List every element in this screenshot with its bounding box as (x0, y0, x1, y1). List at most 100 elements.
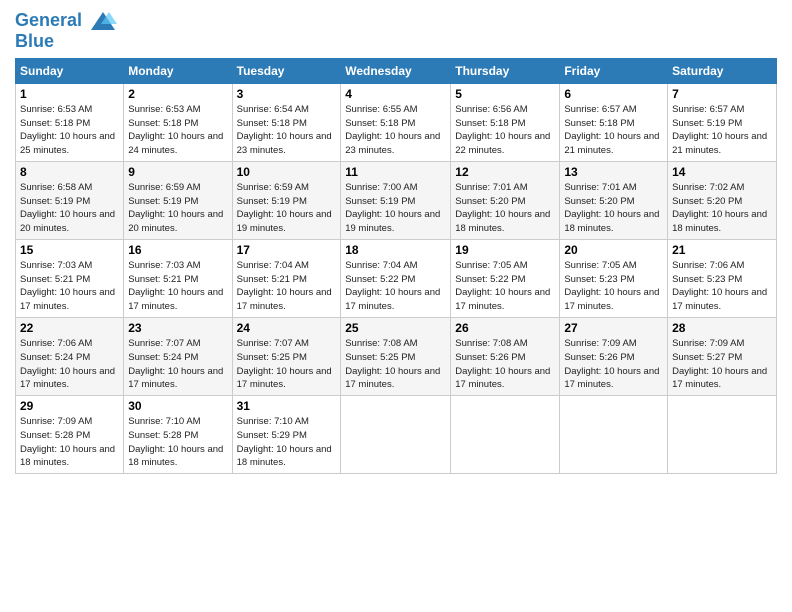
day-number: 30 (128, 399, 227, 413)
calendar-day-4: 4 Sunrise: 6:55 AMSunset: 5:18 PMDaylight… (341, 83, 451, 161)
empty-cell (668, 396, 777, 474)
day-info: Sunrise: 7:03 AMSunset: 5:21 PMDaylight:… (20, 259, 119, 314)
day-number: 5 (455, 87, 555, 101)
day-info: Sunrise: 7:09 AMSunset: 5:28 PMDaylight:… (20, 415, 119, 470)
calendar-day-21: 21 Sunrise: 7:06 AMSunset: 5:23 PMDayligh… (668, 239, 777, 317)
day-number: 7 (672, 87, 772, 101)
day-info: Sunrise: 6:57 AMSunset: 5:18 PMDaylight:… (564, 103, 663, 158)
day-info: Sunrise: 6:58 AMSunset: 5:19 PMDaylight:… (20, 181, 119, 236)
calendar-week-1: 1 Sunrise: 6:53 AMSunset: 5:18 PMDaylight… (16, 83, 777, 161)
day-info: Sunrise: 7:10 AMSunset: 5:28 PMDaylight:… (128, 415, 227, 470)
day-info: Sunrise: 7:06 AMSunset: 5:24 PMDaylight:… (20, 337, 119, 392)
calendar-day-20: 20 Sunrise: 7:05 AMSunset: 5:23 PMDayligh… (560, 239, 668, 317)
calendar-day-25: 25 Sunrise: 7:08 AMSunset: 5:25 PMDayligh… (341, 317, 451, 395)
calendar-day-23: 23 Sunrise: 7:07 AMSunset: 5:24 PMDayligh… (124, 317, 232, 395)
calendar-day-27: 27 Sunrise: 7:09 AMSunset: 5:26 PMDayligh… (560, 317, 668, 395)
day-info: Sunrise: 7:05 AMSunset: 5:22 PMDaylight:… (455, 259, 555, 314)
day-number: 25 (345, 321, 446, 335)
day-number: 16 (128, 243, 227, 257)
day-info: Sunrise: 7:05 AMSunset: 5:23 PMDaylight:… (564, 259, 663, 314)
day-number: 8 (20, 165, 119, 179)
day-info: Sunrise: 7:03 AMSunset: 5:21 PMDaylight:… (128, 259, 227, 314)
day-number: 15 (20, 243, 119, 257)
calendar-day-6: 6 Sunrise: 6:57 AMSunset: 5:18 PMDaylight… (560, 83, 668, 161)
day-info: Sunrise: 7:07 AMSunset: 5:25 PMDaylight:… (237, 337, 337, 392)
calendar-day-7: 7 Sunrise: 6:57 AMSunset: 5:19 PMDaylight… (668, 83, 777, 161)
calendar-week-4: 22 Sunrise: 7:06 AMSunset: 5:24 PMDayligh… (16, 317, 777, 395)
calendar-day-22: 22 Sunrise: 7:06 AMSunset: 5:24 PMDayligh… (16, 317, 124, 395)
calendar-day-17: 17Sunrise: 7:04 AMSunset: 5:21 PMDayligh… (232, 239, 341, 317)
day-number: 9 (128, 165, 227, 179)
day-info: Sunrise: 7:07 AMSunset: 5:24 PMDaylight:… (128, 337, 227, 392)
calendar-week-3: 15 Sunrise: 7:03 AMSunset: 5:21 PMDayligh… (16, 239, 777, 317)
calendar-day-9: 9 Sunrise: 6:59 AMSunset: 5:19 PMDaylight… (124, 161, 232, 239)
logo-text: General (15, 10, 117, 32)
day-number: 22 (20, 321, 119, 335)
calendar-day-13: 13 Sunrise: 7:01 AMSunset: 5:20 PMDayligh… (560, 161, 668, 239)
empty-cell (451, 396, 560, 474)
calendar-day-29: 29 Sunrise: 7:09 AMSunset: 5:28 PMDayligh… (16, 396, 124, 474)
day-info: Sunrise: 6:54 AMSunset: 5:18 PMDaylight:… (237, 103, 337, 158)
day-info: Sunrise: 7:01 AMSunset: 5:20 PMDaylight:… (455, 181, 555, 236)
day-number: 18 (345, 243, 446, 257)
weekday-header-monday: Monday (124, 58, 232, 83)
calendar-day-2: 2Sunrise: 6:53 AMSunset: 5:18 PMDaylight… (124, 83, 232, 161)
day-number: 20 (564, 243, 663, 257)
weekday-header-thursday: Thursday (451, 58, 560, 83)
calendar-day-10: 10Sunrise: 6:59 AMSunset: 5:19 PMDayligh… (232, 161, 341, 239)
calendar-day-11: 11 Sunrise: 7:00 AMSunset: 5:19 PMDayligh… (341, 161, 451, 239)
weekday-header-tuesday: Tuesday (232, 58, 341, 83)
weekday-header-sunday: Sunday (16, 58, 124, 83)
calendar-day-16: 16 Sunrise: 7:03 AMSunset: 5:21 PMDayligh… (124, 239, 232, 317)
day-info: Sunrise: 7:00 AMSunset: 5:19 PMDaylight:… (345, 181, 446, 236)
calendar-day-30: 30 Sunrise: 7:10 AMSunset: 5:28 PMDayligh… (124, 396, 232, 474)
day-number: 27 (564, 321, 663, 335)
empty-cell (560, 396, 668, 474)
day-info: Sunrise: 6:59 AMSunset: 5:19 PMDaylight:… (237, 181, 337, 236)
day-info: Sunrise: 6:56 AMSunset: 5:18 PMDaylight:… (455, 103, 555, 158)
day-info: Sunrise: 7:09 AMSunset: 5:27 PMDaylight:… (672, 337, 772, 392)
page-container: General Blue SundayMondayTuesdayWednesda… (0, 0, 792, 479)
day-number: 13 (564, 165, 663, 179)
day-number: 23 (128, 321, 227, 335)
day-number: 6 (564, 87, 663, 101)
day-info: Sunrise: 7:01 AMSunset: 5:20 PMDaylight:… (564, 181, 663, 236)
day-number: 4 (345, 87, 446, 101)
calendar-day-15: 15 Sunrise: 7:03 AMSunset: 5:21 PMDayligh… (16, 239, 124, 317)
day-number: 31 (237, 399, 337, 413)
day-number: 1 (20, 87, 119, 101)
calendar-day-28: 28 Sunrise: 7:09 AMSunset: 5:27 PMDayligh… (668, 317, 777, 395)
day-number: 24 (237, 321, 337, 335)
empty-cell (341, 396, 451, 474)
day-number: 17 (237, 243, 337, 257)
day-number: 21 (672, 243, 772, 257)
calendar-day-8: 8 Sunrise: 6:58 AMSunset: 5:19 PMDaylight… (16, 161, 124, 239)
logo-icon (89, 10, 117, 32)
calendar-day-14: 14Sunrise: 7:02 AMSunset: 5:20 PMDayligh… (668, 161, 777, 239)
day-info: Sunrise: 6:53 AMSunset: 5:18 PMDaylight:… (128, 103, 227, 158)
day-number: 28 (672, 321, 772, 335)
day-number: 11 (345, 165, 446, 179)
weekday-header-wednesday: Wednesday (341, 58, 451, 83)
day-info: Sunrise: 6:59 AMSunset: 5:19 PMDaylight:… (128, 181, 227, 236)
calendar-day-12: 12Sunrise: 7:01 AMSunset: 5:20 PMDayligh… (451, 161, 560, 239)
logo-blue-text: Blue (15, 32, 117, 52)
calendar-week-5: 29 Sunrise: 7:09 AMSunset: 5:28 PMDayligh… (16, 396, 777, 474)
calendar-day-26: 26Sunrise: 7:08 AMSunset: 5:26 PMDayligh… (451, 317, 560, 395)
day-info: Sunrise: 7:09 AMSunset: 5:26 PMDaylight:… (564, 337, 663, 392)
day-number: 3 (237, 87, 337, 101)
day-info: Sunrise: 7:08 AMSunset: 5:25 PMDaylight:… (345, 337, 446, 392)
day-info: Sunrise: 7:04 AMSunset: 5:22 PMDaylight:… (345, 259, 446, 314)
day-info: Sunrise: 6:53 AMSunset: 5:18 PMDaylight:… (20, 103, 119, 158)
day-number: 29 (20, 399, 119, 413)
day-info: Sunrise: 6:57 AMSunset: 5:19 PMDaylight:… (672, 103, 772, 158)
day-info: Sunrise: 7:06 AMSunset: 5:23 PMDaylight:… (672, 259, 772, 314)
calendar-day-3: 3 Sunrise: 6:54 AMSunset: 5:18 PMDaylight… (232, 83, 341, 161)
calendar-day-24: 24 Sunrise: 7:07 AMSunset: 5:25 PMDayligh… (232, 317, 341, 395)
calendar-day-5: 5 Sunrise: 6:56 AMSunset: 5:18 PMDaylight… (451, 83, 560, 161)
logo: General Blue (15, 10, 117, 52)
day-info: Sunrise: 6:55 AMSunset: 5:18 PMDaylight:… (345, 103, 446, 158)
day-number: 19 (455, 243, 555, 257)
calendar-day-18: 18 Sunrise: 7:04 AMSunset: 5:22 PMDayligh… (341, 239, 451, 317)
weekday-header-saturday: Saturday (668, 58, 777, 83)
